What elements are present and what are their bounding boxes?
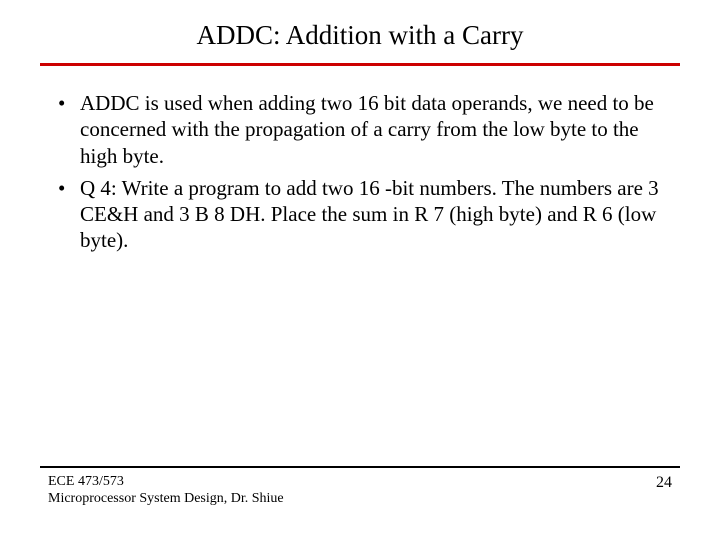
slide-title: ADDC: Addition with a Carry bbox=[0, 20, 720, 51]
footer-page-number: 24 bbox=[656, 474, 672, 492]
content-area: • ADDC is used when adding two 16 bit da… bbox=[0, 66, 720, 254]
footer-row: ECE 473/573 Microprocessor System Design… bbox=[48, 474, 672, 508]
slide: ADDC: Addition with a Carry • ADDC is us… bbox=[0, 0, 720, 540]
footer-subtitle: Microprocessor System Design, Dr. Shiue bbox=[48, 491, 284, 508]
footer-course: ECE 473/573 bbox=[48, 474, 284, 491]
footer-left: ECE 473/573 Microprocessor System Design… bbox=[48, 474, 284, 508]
bullet-item: • Q 4: Write a program to add two 16 -bi… bbox=[56, 175, 664, 254]
title-area: ADDC: Addition with a Carry bbox=[0, 0, 720, 59]
bullet-text: Q 4: Write a program to add two 16 -bit … bbox=[80, 175, 664, 254]
footer: ECE 473/573 Microprocessor System Design… bbox=[0, 466, 720, 508]
bullet-marker: • bbox=[56, 175, 80, 201]
bullet-item: • ADDC is used when adding two 16 bit da… bbox=[56, 90, 664, 169]
bullet-text: ADDC is used when adding two 16 bit data… bbox=[80, 90, 664, 169]
footer-divider bbox=[40, 466, 680, 468]
bullet-marker: • bbox=[56, 90, 80, 116]
